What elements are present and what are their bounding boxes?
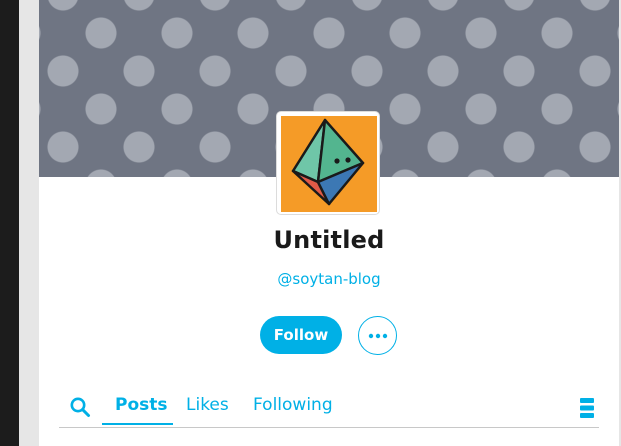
active-tab-indicator bbox=[102, 423, 173, 425]
left-dark-strip bbox=[0, 0, 19, 446]
more-options-button[interactable] bbox=[358, 316, 397, 355]
profile-tabs: Posts Likes Following bbox=[59, 384, 599, 428]
search-icon bbox=[70, 397, 90, 417]
layout-toggle-button[interactable] bbox=[579, 397, 595, 419]
search-button[interactable] bbox=[69, 396, 91, 418]
layout-stack-icon bbox=[580, 398, 594, 418]
tab-posts[interactable]: Posts bbox=[115, 395, 168, 415]
avatar-frame[interactable] bbox=[277, 112, 379, 214]
left-gutter bbox=[19, 0, 39, 446]
more-horizontal-icon bbox=[368, 333, 387, 338]
tab-following[interactable]: Following bbox=[253, 395, 333, 415]
follow-button[interactable]: Follow bbox=[260, 316, 342, 354]
tab-likes[interactable]: Likes bbox=[186, 395, 229, 415]
blog-profile-card: Untitled @soytan-blog Follow Posts Likes… bbox=[39, 0, 619, 446]
avatar bbox=[281, 116, 377, 212]
octahedron-die-icon bbox=[291, 118, 365, 206]
blog-title: Untitled bbox=[273, 226, 385, 254]
blog-handle[interactable]: @soytan-blog bbox=[39, 270, 619, 288]
